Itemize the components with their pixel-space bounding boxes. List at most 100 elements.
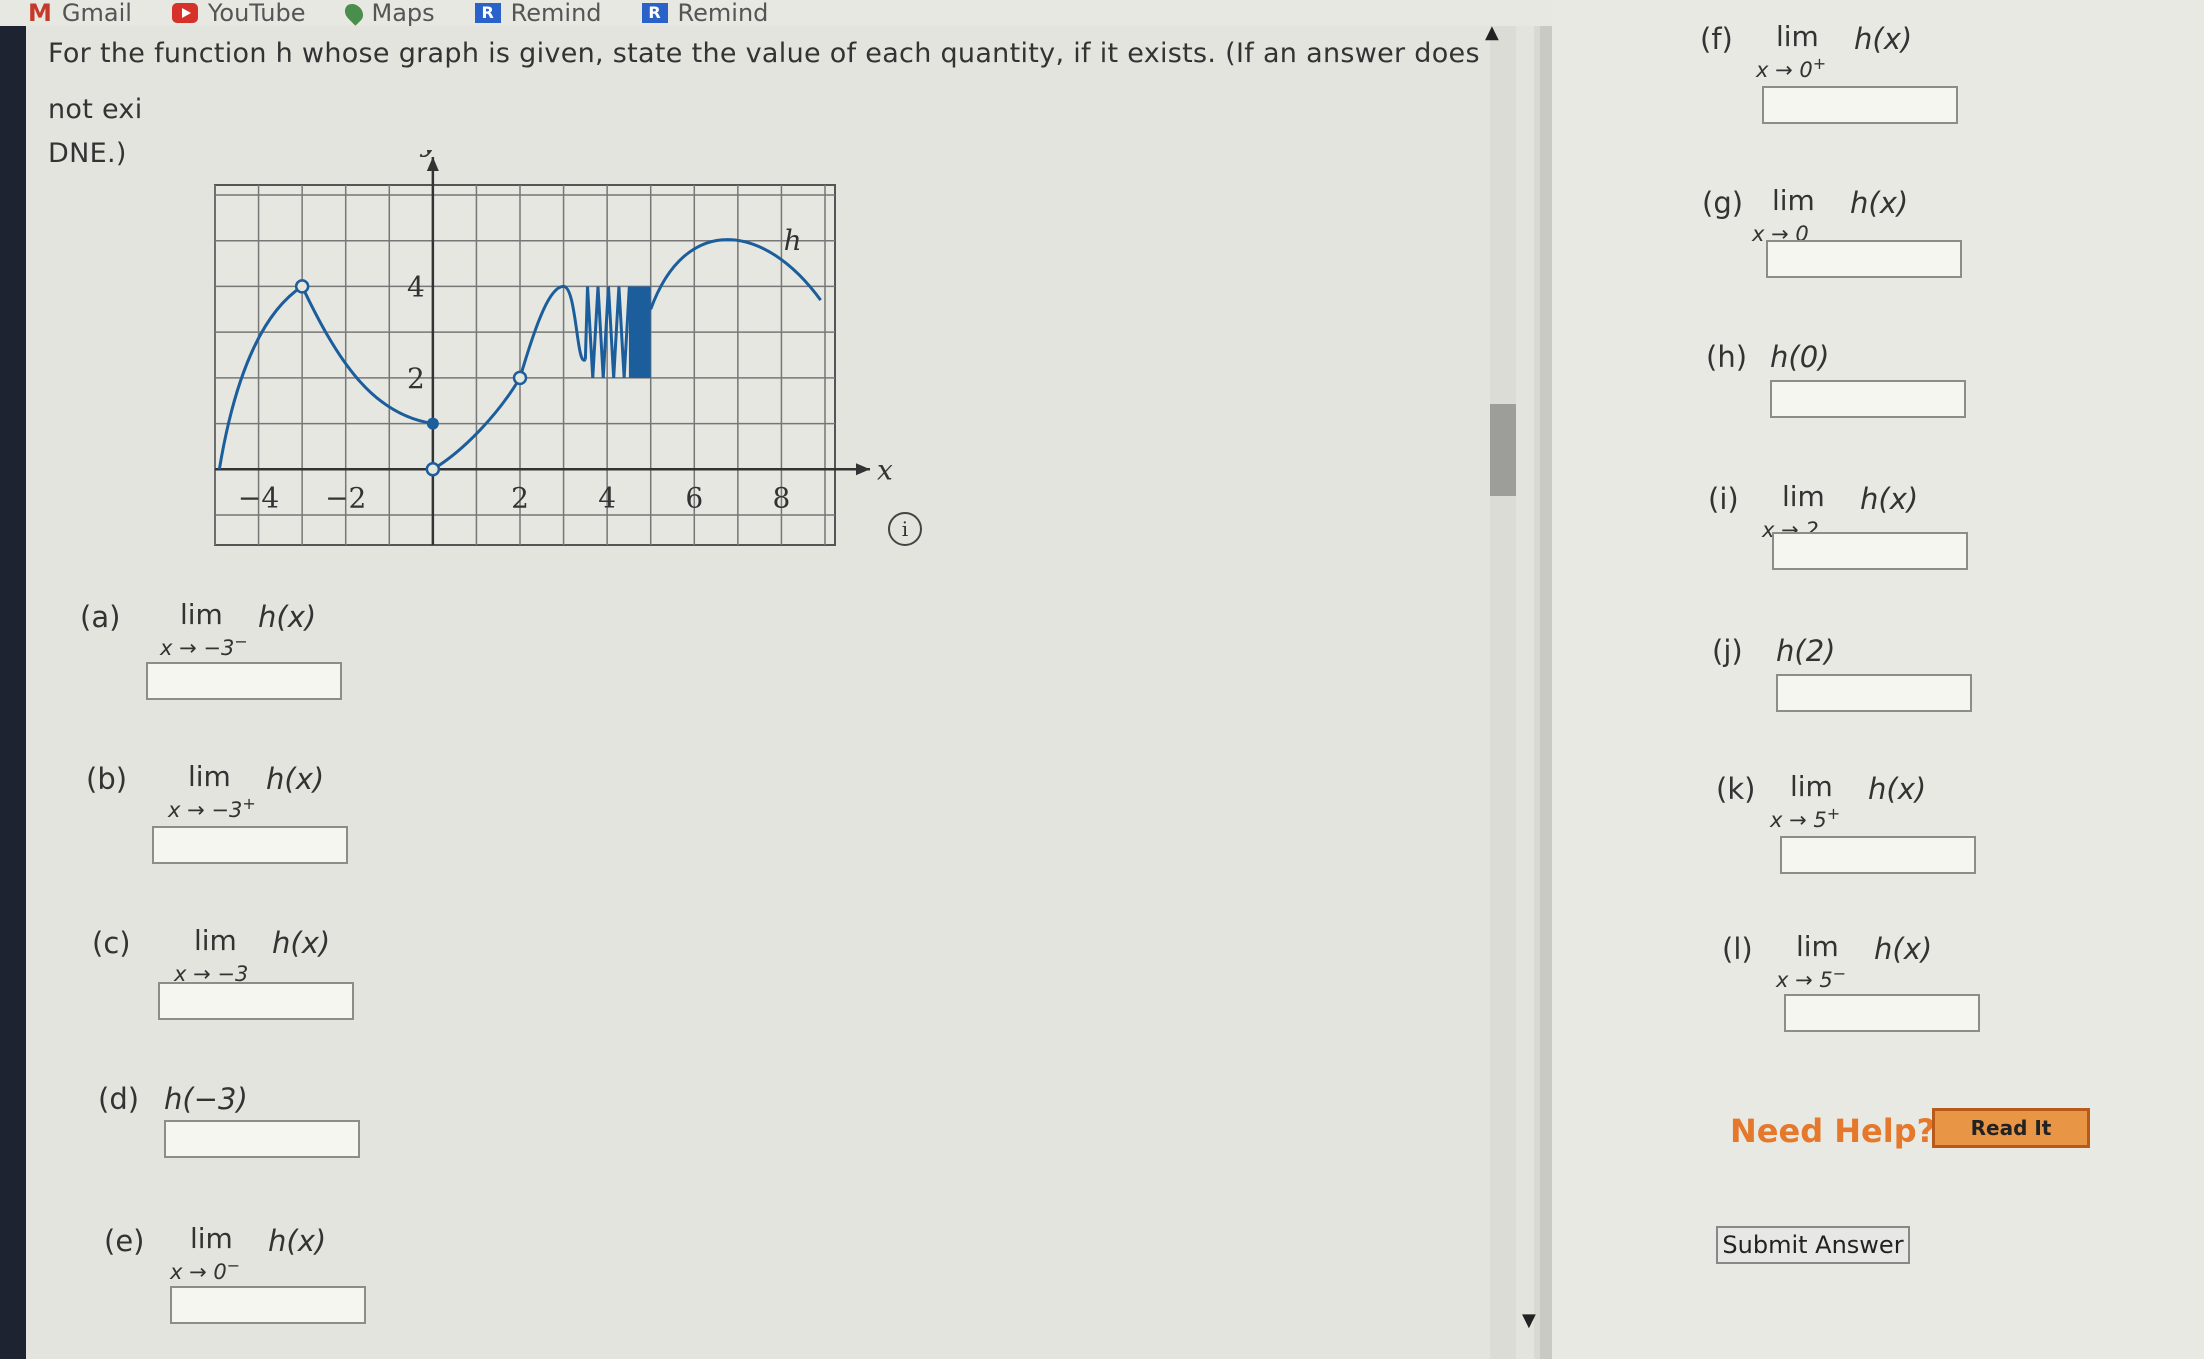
lim-word: lim xyxy=(1796,930,1839,963)
scrollbar-thumb[interactable] xyxy=(1490,404,1516,496)
maps-icon xyxy=(340,0,367,26)
limit-side: − xyxy=(234,632,248,651)
lim-word: lim xyxy=(180,598,223,631)
bookmark-label: Maps xyxy=(371,0,435,27)
question-line-1: For the function h whose graph is given,… xyxy=(48,38,1480,125)
limit-subscript: x → 5− xyxy=(1776,964,1846,992)
part-label: (k) xyxy=(1716,772,1756,806)
limit-side: + xyxy=(242,794,256,813)
function-expression: h(−3) xyxy=(164,1082,248,1116)
limit-subscript: x → 0− xyxy=(170,1256,240,1284)
part-label: (d) xyxy=(98,1082,140,1116)
x-tick-label: −4 xyxy=(238,481,279,514)
function-expression: h(x) xyxy=(1850,186,1909,220)
youtube-icon xyxy=(171,3,198,23)
limit-side: + xyxy=(1826,804,1841,823)
answer-input[interactable] xyxy=(1766,240,1962,278)
open-point xyxy=(512,370,528,386)
curve-label: h xyxy=(784,224,802,257)
bookmark-remind-2[interactable]: R Remind xyxy=(641,0,769,27)
curve-oscillation-band xyxy=(628,286,651,378)
limit-side: − xyxy=(226,1256,241,1275)
scroll-down-arrow-icon[interactable]: ▼ xyxy=(1522,1310,1536,1331)
x-tick-label: −2 xyxy=(325,481,366,514)
answer-input[interactable] xyxy=(1780,836,1976,874)
limit-side: − xyxy=(1832,964,1847,983)
answer-input[interactable] xyxy=(158,982,354,1020)
x-tick-label: 8 xyxy=(773,481,791,514)
lim-word: lim xyxy=(194,924,237,957)
limit-variable: x → −3 xyxy=(168,798,243,822)
limit-variable: x → 0 xyxy=(170,1260,227,1284)
function-expression: h(x) xyxy=(1868,772,1927,806)
part-label: (e) xyxy=(104,1224,145,1258)
bookmark-gmail[interactable]: M Gmail xyxy=(28,0,132,27)
answer-input[interactable] xyxy=(1776,674,1972,712)
limit-variable: x → 5 xyxy=(1776,968,1833,992)
bookmark-label: Remind xyxy=(510,0,602,27)
answer-input[interactable] xyxy=(152,826,348,864)
limit-subscript: x → 0+ xyxy=(1756,54,1826,82)
answer-input[interactable] xyxy=(1770,380,1966,418)
closed-point xyxy=(426,417,439,430)
answer-input[interactable] xyxy=(1762,86,1958,124)
info-icon[interactable]: i xyxy=(888,512,922,546)
answer-input[interactable] xyxy=(164,1120,360,1158)
part-label: (a) xyxy=(80,600,121,634)
function-expression: h(x) xyxy=(1854,22,1913,56)
part-label: (c) xyxy=(92,926,131,960)
answer-input[interactable] xyxy=(146,662,342,700)
limit-subscript: x → −3− xyxy=(160,632,248,660)
part-label: (f) xyxy=(1700,22,1733,56)
answer-input[interactable] xyxy=(170,1286,366,1324)
answer-input[interactable] xyxy=(1772,532,1968,570)
remind-icon: R xyxy=(474,3,501,23)
need-help-label: Need Help? xyxy=(1730,1112,1936,1150)
bookmark-maps[interactable]: Maps xyxy=(340,0,435,27)
part-label: (b) xyxy=(86,762,128,796)
function-expression: h(2) xyxy=(1776,634,1836,668)
answer-input[interactable] xyxy=(1784,994,1980,1032)
bookmark-youtube[interactable]: YouTube xyxy=(171,0,306,27)
scrollbar-track[interactable] xyxy=(1490,26,1516,1359)
limit-subscript: x → 5+ xyxy=(1770,804,1840,832)
x-tick-label: 6 xyxy=(685,481,703,514)
y-tick-label: 2 xyxy=(407,362,425,395)
open-point xyxy=(294,279,310,294)
function-expression: h(x) xyxy=(258,600,317,634)
limit-side: + xyxy=(1812,54,1827,73)
y-axis-label: y xyxy=(419,150,438,158)
function-expression: h(x) xyxy=(268,1224,327,1258)
function-expression: h(x) xyxy=(1860,482,1919,516)
part-label: (g) xyxy=(1702,186,1744,220)
read-it-button[interactable]: Read It xyxy=(1932,1108,2090,1148)
x-axis-label: x xyxy=(877,453,893,486)
lim-word: lim xyxy=(188,760,231,793)
lim-word: lim xyxy=(1782,480,1825,513)
x-tick-label: 2 xyxy=(511,481,529,514)
part-label: (l) xyxy=(1722,932,1753,966)
bookmark-label: Gmail xyxy=(61,0,132,27)
lim-word: lim xyxy=(1772,184,1815,217)
bookmark-label: Remind xyxy=(677,0,769,27)
function-expression: h(0) xyxy=(1770,340,1830,374)
part-label: (h) xyxy=(1706,340,1748,374)
function-graph: −4 −2 2 4 6 8 2 4 y x h xyxy=(214,150,893,546)
part-label: (i) xyxy=(1708,482,1739,516)
x-axis-arrow xyxy=(856,463,870,476)
function-expression: h(x) xyxy=(272,926,331,960)
submit-answer-button[interactable]: Submit Answer xyxy=(1716,1226,1910,1264)
function-expression: h(x) xyxy=(1874,932,1933,966)
limit-variable: x → −3 xyxy=(160,636,235,660)
lim-word: lim xyxy=(1790,770,1833,803)
function-expression: h(x) xyxy=(266,762,325,796)
left-dark-edge xyxy=(0,26,26,1359)
bookmark-label: YouTube xyxy=(207,0,306,27)
panel-divider xyxy=(1540,26,1552,1359)
limit-variable: x → 5 xyxy=(1770,808,1827,832)
gmail-icon: M xyxy=(28,0,52,27)
x-tick-label: 4 xyxy=(598,481,616,514)
open-point xyxy=(425,462,441,477)
bookmark-remind-1[interactable]: R Remind xyxy=(474,0,602,27)
part-label: (j) xyxy=(1712,634,1743,668)
